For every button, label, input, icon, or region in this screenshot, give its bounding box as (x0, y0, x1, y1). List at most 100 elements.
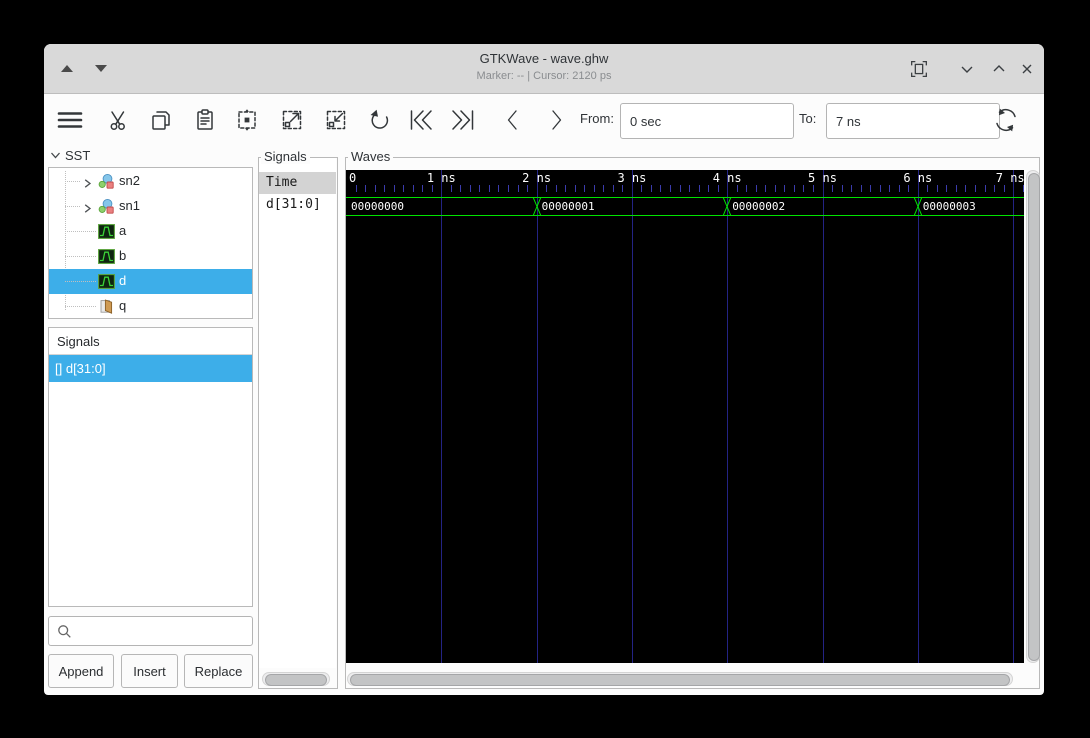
reload-button[interactable] (990, 105, 1022, 135)
wave-value: 00000003 (922, 200, 976, 213)
time-column-header[interactable]: Time (259, 172, 336, 194)
waves-vscrollbar-thumb[interactable] (1028, 173, 1040, 661)
tree-connector-stub (65, 206, 80, 207)
chevron-down-icon (961, 66, 973, 73)
fullscreen-icon (911, 60, 927, 77)
timeline-minor-tick (746, 185, 748, 192)
timeline-minor-tick (784, 185, 786, 192)
sst-label: SST (65, 148, 91, 163)
signals-hscrollbar-thumb[interactable] (265, 674, 327, 686)
expander-chevron-right-icon[interactable] (82, 176, 93, 194)
marker-cursor-status: Marker: -- | Cursor: 2120 ps (476, 70, 612, 82)
timeline-gridline (631, 170, 633, 663)
paste-button[interactable] (189, 105, 221, 135)
tree-item-d[interactable]: d (49, 269, 252, 294)
go-next-button[interactable] (540, 105, 572, 135)
timeline-minor-tick (422, 185, 424, 192)
signals-hscrollbar[interactable] (262, 672, 330, 686)
waves-vscrollbar[interactable] (1026, 170, 1040, 663)
zoom-fit-button[interactable] (231, 105, 263, 135)
replace-button[interactable]: Replace (184, 654, 253, 688)
signals-list-panel[interactable]: Signals [] d[31:0] (48, 327, 253, 607)
timeline-minor-tick (584, 185, 586, 192)
timeline-label: 4 ns (712, 171, 742, 185)
append-button[interactable]: Append (48, 654, 114, 688)
timeline-minor-tick (1003, 185, 1005, 192)
timeline-gridline (822, 170, 824, 663)
signals-frame-label: Signals (261, 149, 310, 164)
waves-hscrollbar[interactable] (347, 672, 1013, 686)
go-first-button[interactable] (404, 105, 436, 135)
timeline-minor-tick (546, 185, 548, 192)
timeline-minor-tick (622, 185, 624, 192)
timeline-minor-tick (927, 185, 929, 192)
signal-search-input[interactable] (77, 619, 251, 645)
zoom-in-button[interactable] (276, 105, 308, 135)
wave-bus-segment[interactable]: 00000002 (727, 197, 918, 216)
timeline-gridline (727, 170, 729, 663)
timeline-minor-tick (736, 185, 738, 192)
signal-search-box[interactable] (48, 616, 253, 646)
menu-button[interactable] (54, 105, 86, 135)
timeline-minor-tick (1022, 185, 1024, 192)
timeline-minor-tick (898, 185, 900, 192)
fullscreen-button[interactable] (904, 44, 934, 93)
minimize-button[interactable] (952, 44, 982, 93)
timeline-minor-tick (803, 185, 805, 192)
timeline-label: 3 ns (617, 171, 647, 185)
tree-item-label: sn1 (119, 198, 140, 213)
timeline-gridline (917, 170, 919, 663)
zoom-out-button[interactable] (320, 105, 352, 135)
timeline-minor-tick (593, 185, 595, 192)
wave-canvas[interactable]: 0 1 ns 2 ns 3 ns 4 ns 5 ns 6 ns 7 ns 00000000 000… (346, 170, 1024, 663)
go-previous-button[interactable] (497, 105, 529, 135)
timeline-minor-tick (717, 185, 719, 192)
reload-icon (996, 108, 1016, 132)
maximize-button[interactable] (984, 44, 1014, 93)
timeline-minor-tick (965, 185, 967, 192)
timeline-minor-tick (555, 185, 557, 192)
paste-icon (197, 109, 213, 130)
timeline-minor-tick (812, 185, 814, 192)
timeline-minor-tick (488, 185, 490, 192)
go-last-button[interactable] (448, 105, 480, 135)
tree-item-sn2[interactable]: sn2 (49, 169, 252, 194)
insert-button[interactable]: Insert (121, 654, 178, 688)
splitter-right[interactable] (338, 148, 344, 689)
copy-button[interactable] (145, 105, 177, 135)
cut-button[interactable] (103, 105, 135, 135)
sst-tree[interactable]: sn2 sn1 a b d q (48, 167, 253, 319)
sst-section-header[interactable]: SST (50, 148, 90, 163)
expander-chevron-right-icon[interactable] (82, 201, 93, 219)
wave-transition-icon (532, 196, 542, 217)
signals-name-column: Time d[31:0] (259, 158, 336, 668)
undo-button[interactable] (363, 105, 395, 135)
window-title: GTKWave - wave.ghw (479, 51, 609, 66)
signals-list-item[interactable]: [] d[31:0] (49, 355, 252, 382)
wave-bus-segment[interactable]: 00000003 (917, 197, 1024, 216)
timeline-minor-tick (879, 185, 881, 192)
from-input[interactable] (620, 103, 794, 139)
tree-item-q[interactable]: q (49, 294, 252, 319)
skip-to-start-icon (410, 110, 432, 130)
timeline-minor-tick (384, 185, 386, 192)
tree-item-b[interactable]: b (49, 244, 252, 269)
tree-item-sn1[interactable]: sn1 (49, 194, 252, 219)
titlebar[interactable]: GTKWave - wave.ghw Marker: -- | Cursor: … (44, 44, 1044, 94)
wave-bus-segment[interactable]: 00000001 (536, 197, 728, 216)
timeline-minor-tick (431, 185, 433, 192)
waves-hscrollbar-thumb[interactable] (350, 674, 1010, 686)
copy-icon (152, 111, 170, 130)
wave-bus-segment[interactable]: 00000000 (346, 197, 537, 216)
to-input[interactable] (826, 103, 1000, 139)
chevron-right-icon (552, 110, 562, 130)
tree-item-a[interactable]: a (49, 219, 252, 244)
timeline-minor-tick (936, 185, 938, 192)
close-button[interactable] (1012, 44, 1042, 93)
timeline-minor-tick (650, 185, 652, 192)
timeline-minor-tick (841, 185, 843, 192)
timeline-minor-tick (498, 185, 500, 192)
wave-value: 00000002 (732, 200, 786, 213)
signal-name-cell[interactable]: d[31:0] (259, 194, 336, 216)
zoom-fit-icon (238, 109, 256, 131)
